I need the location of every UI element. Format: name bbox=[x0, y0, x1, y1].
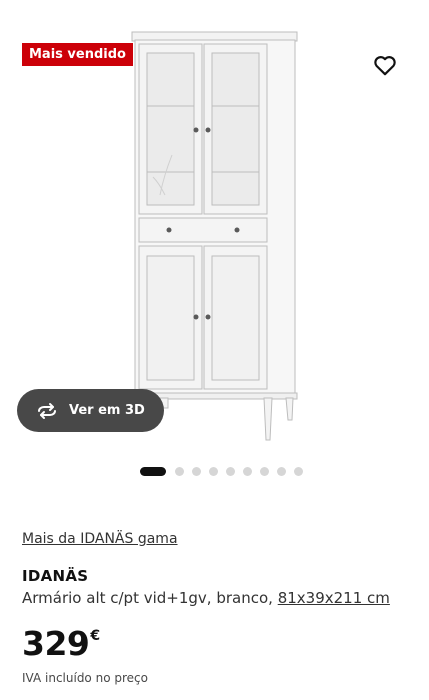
vat-note: IVA incluído no preço bbox=[22, 671, 148, 685]
cabinet-illustration bbox=[131, 31, 298, 441]
carousel-dot-active[interactable] bbox=[140, 466, 166, 476]
carousel-dot[interactable] bbox=[294, 466, 303, 476]
carousel-dot[interactable] bbox=[209, 466, 218, 476]
carousel-dot[interactable] bbox=[243, 466, 252, 476]
product-dimensions-link[interactable]: 81x39x211 cm bbox=[278, 589, 390, 607]
carousel-dot[interactable] bbox=[175, 466, 184, 476]
price-currency: € bbox=[90, 628, 101, 644]
price-amount: 329 bbox=[22, 624, 90, 663]
favorite-button[interactable] bbox=[372, 52, 398, 78]
best-seller-badge: Mais vendido bbox=[22, 43, 133, 66]
product-description: Armário alt c/pt vid+1gv, branco, 81x39x… bbox=[22, 589, 390, 607]
product-range-link[interactable]: Mais da IDANÄS gama bbox=[22, 531, 178, 547]
heart-outline-icon bbox=[374, 56, 396, 76]
carousel-dot[interactable] bbox=[192, 466, 201, 476]
product-price: 329 € bbox=[22, 624, 100, 664]
carousel-dot[interactable] bbox=[226, 466, 235, 476]
carousel-dot[interactable] bbox=[277, 466, 286, 476]
rotate-arrows-icon bbox=[38, 402, 56, 419]
product-name: IDANÄS bbox=[22, 567, 89, 585]
carousel-dot[interactable] bbox=[260, 466, 269, 476]
view-in-3d-label: Ver em 3D bbox=[69, 403, 145, 418]
product-description-text: Armário alt c/pt vid+1gv, branco, bbox=[22, 589, 278, 607]
carousel-indicator[interactable] bbox=[140, 466, 311, 476]
product-image[interactable] bbox=[0, 0, 429, 450]
view-in-3d-button[interactable]: Ver em 3D bbox=[17, 389, 164, 432]
